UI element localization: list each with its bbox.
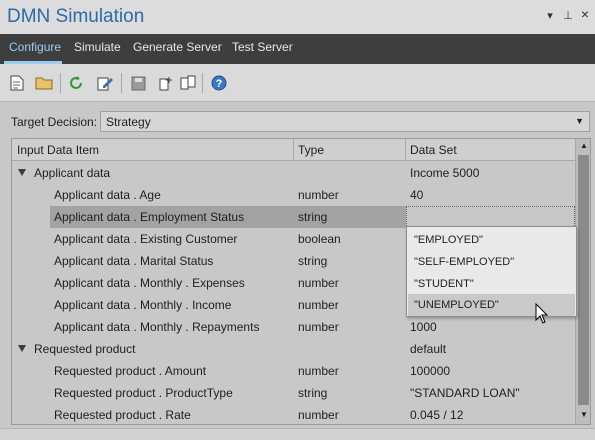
edit-icon[interactable] bbox=[95, 73, 115, 93]
row-data-set[interactable]: 40 bbox=[410, 188, 423, 202]
table-row-group[interactable]: Requested product default bbox=[12, 338, 575, 360]
row-type: string bbox=[298, 254, 328, 268]
row-item-name: Requested product bbox=[34, 342, 136, 356]
table-row-group[interactable]: Applicant data Income 5000 bbox=[12, 162, 575, 184]
column-header-data-set[interactable]: Data Set bbox=[410, 143, 457, 157]
row-type: string bbox=[298, 386, 328, 400]
row-type: boolean bbox=[298, 232, 341, 246]
toolbar-separator bbox=[121, 73, 122, 93]
tab-bar: Configure Simulate Generate Server Test … bbox=[0, 34, 595, 64]
column-divider[interactable] bbox=[405, 139, 406, 161]
title-bar: DMN Simulation ▾ ⊥ × bbox=[0, 0, 595, 34]
grid-header: Input Data Item Type Data Set bbox=[12, 139, 575, 161]
column-header-type[interactable]: Type bbox=[298, 143, 324, 157]
refresh-icon[interactable] bbox=[66, 73, 86, 93]
row-item-name: Applicant data . Monthly . Expenses bbox=[54, 276, 245, 290]
dropdown-option-unemployed[interactable]: "UNEMPLOYED" bbox=[408, 294, 575, 316]
scroll-thumb[interactable] bbox=[578, 155, 589, 405]
row-item-name: Applicant data . Marital Status bbox=[54, 254, 214, 268]
row-data-set[interactable]: default bbox=[410, 342, 446, 356]
employment-status-dropdown: "EMPLOYED" "SELF-EMPLOYED" "STUDENT" "UN… bbox=[406, 226, 577, 317]
close-icon[interactable]: × bbox=[578, 6, 592, 22]
table-row[interactable]: Applicant data . Monthly . Repayments nu… bbox=[12, 316, 575, 338]
toolbar-separator bbox=[60, 73, 61, 93]
vertical-scrollbar[interactable]: ▲ ▼ bbox=[575, 139, 590, 424]
tab-generate-server[interactable]: Generate Server bbox=[133, 40, 222, 54]
target-decision-label: Target Decision: bbox=[11, 115, 98, 129]
row-data-set[interactable]: 0.045 / 12 bbox=[410, 408, 463, 422]
data-set-edit-field[interactable] bbox=[406, 206, 575, 228]
row-data-set[interactable]: 1000 bbox=[410, 320, 437, 334]
table-row[interactable]: Requested product . Amount number 100000 bbox=[12, 360, 575, 382]
column-header-input-data-item[interactable]: Input Data Item bbox=[17, 143, 99, 157]
scroll-down-icon[interactable]: ▼ bbox=[578, 410, 590, 422]
dropdown-option-student[interactable]: "STUDENT" bbox=[408, 273, 575, 295]
row-item-name: Applicant data . Monthly . Income bbox=[54, 298, 232, 312]
collapse-icon[interactable] bbox=[18, 169, 26, 176]
table-row[interactable]: Requested product . ProductType string "… bbox=[12, 382, 575, 404]
column-divider[interactable] bbox=[293, 139, 294, 161]
row-item-name: Requested product . Rate bbox=[54, 408, 191, 422]
new-icon[interactable] bbox=[7, 73, 27, 93]
row-item-name: Applicant data . Employment Status bbox=[54, 210, 245, 224]
tab-configure[interactable]: Configure bbox=[9, 40, 61, 54]
window-menu-icon[interactable]: ▾ bbox=[543, 9, 557, 22]
target-decision-select[interactable]: Strategy ▼ bbox=[100, 111, 590, 132]
row-type: number bbox=[298, 364, 339, 378]
row-data-set[interactable]: "STANDARD LOAN" bbox=[410, 386, 520, 400]
dropdown-option-employed[interactable]: "EMPLOYED" bbox=[408, 229, 575, 251]
toolbar-separator bbox=[202, 73, 203, 93]
window-title: DMN Simulation bbox=[7, 6, 145, 27]
scroll-up-icon[interactable]: ▲ bbox=[578, 141, 590, 153]
row-data-set[interactable]: 100000 bbox=[410, 364, 450, 378]
row-item-name: Applicant data . Age bbox=[54, 188, 161, 202]
target-decision-value: Strategy bbox=[106, 115, 151, 129]
chevron-down-icon[interactable]: ▼ bbox=[575, 116, 584, 126]
save-icon[interactable] bbox=[128, 73, 148, 93]
toolbar: ? bbox=[0, 64, 595, 102]
svg-text:?: ? bbox=[216, 78, 223, 90]
table-row[interactable]: Applicant data . Age number 40 bbox=[12, 184, 575, 206]
pin-icon[interactable]: ⊥ bbox=[561, 9, 575, 22]
row-item-name: Applicant data bbox=[34, 166, 111, 180]
tab-simulate[interactable]: Simulate bbox=[74, 40, 121, 54]
row-item-name: Applicant data . Existing Customer bbox=[54, 232, 238, 246]
row-type: number bbox=[298, 276, 339, 290]
row-item-name: Requested product . ProductType bbox=[54, 386, 233, 400]
table-row[interactable]: Requested product . Rate number 0.045 / … bbox=[12, 404, 575, 424]
collapse-icon[interactable] bbox=[18, 345, 26, 352]
copy-icon[interactable] bbox=[156, 73, 176, 93]
row-type: number bbox=[298, 320, 339, 334]
row-type: number bbox=[298, 298, 339, 312]
paste-icon[interactable] bbox=[178, 73, 198, 93]
help-icon[interactable]: ? bbox=[209, 73, 229, 93]
row-data-set[interactable]: Income 5000 bbox=[410, 166, 479, 180]
row-type: string bbox=[298, 210, 328, 224]
status-bar bbox=[0, 428, 595, 440]
open-folder-icon[interactable] bbox=[34, 73, 54, 93]
dropdown-option-self-employed[interactable]: "SELF-EMPLOYED" bbox=[408, 251, 575, 273]
row-type: number bbox=[298, 408, 339, 422]
table-row-selected[interactable]: Applicant data . Employment Status strin… bbox=[12, 206, 575, 228]
mouse-pointer-icon bbox=[535, 303, 549, 324]
tab-test-server[interactable]: Test Server bbox=[232, 40, 293, 54]
row-item-name: Requested product . Amount bbox=[54, 364, 207, 378]
row-type: number bbox=[298, 188, 339, 202]
row-item-name: Applicant data . Monthly . Repayments bbox=[54, 320, 260, 334]
